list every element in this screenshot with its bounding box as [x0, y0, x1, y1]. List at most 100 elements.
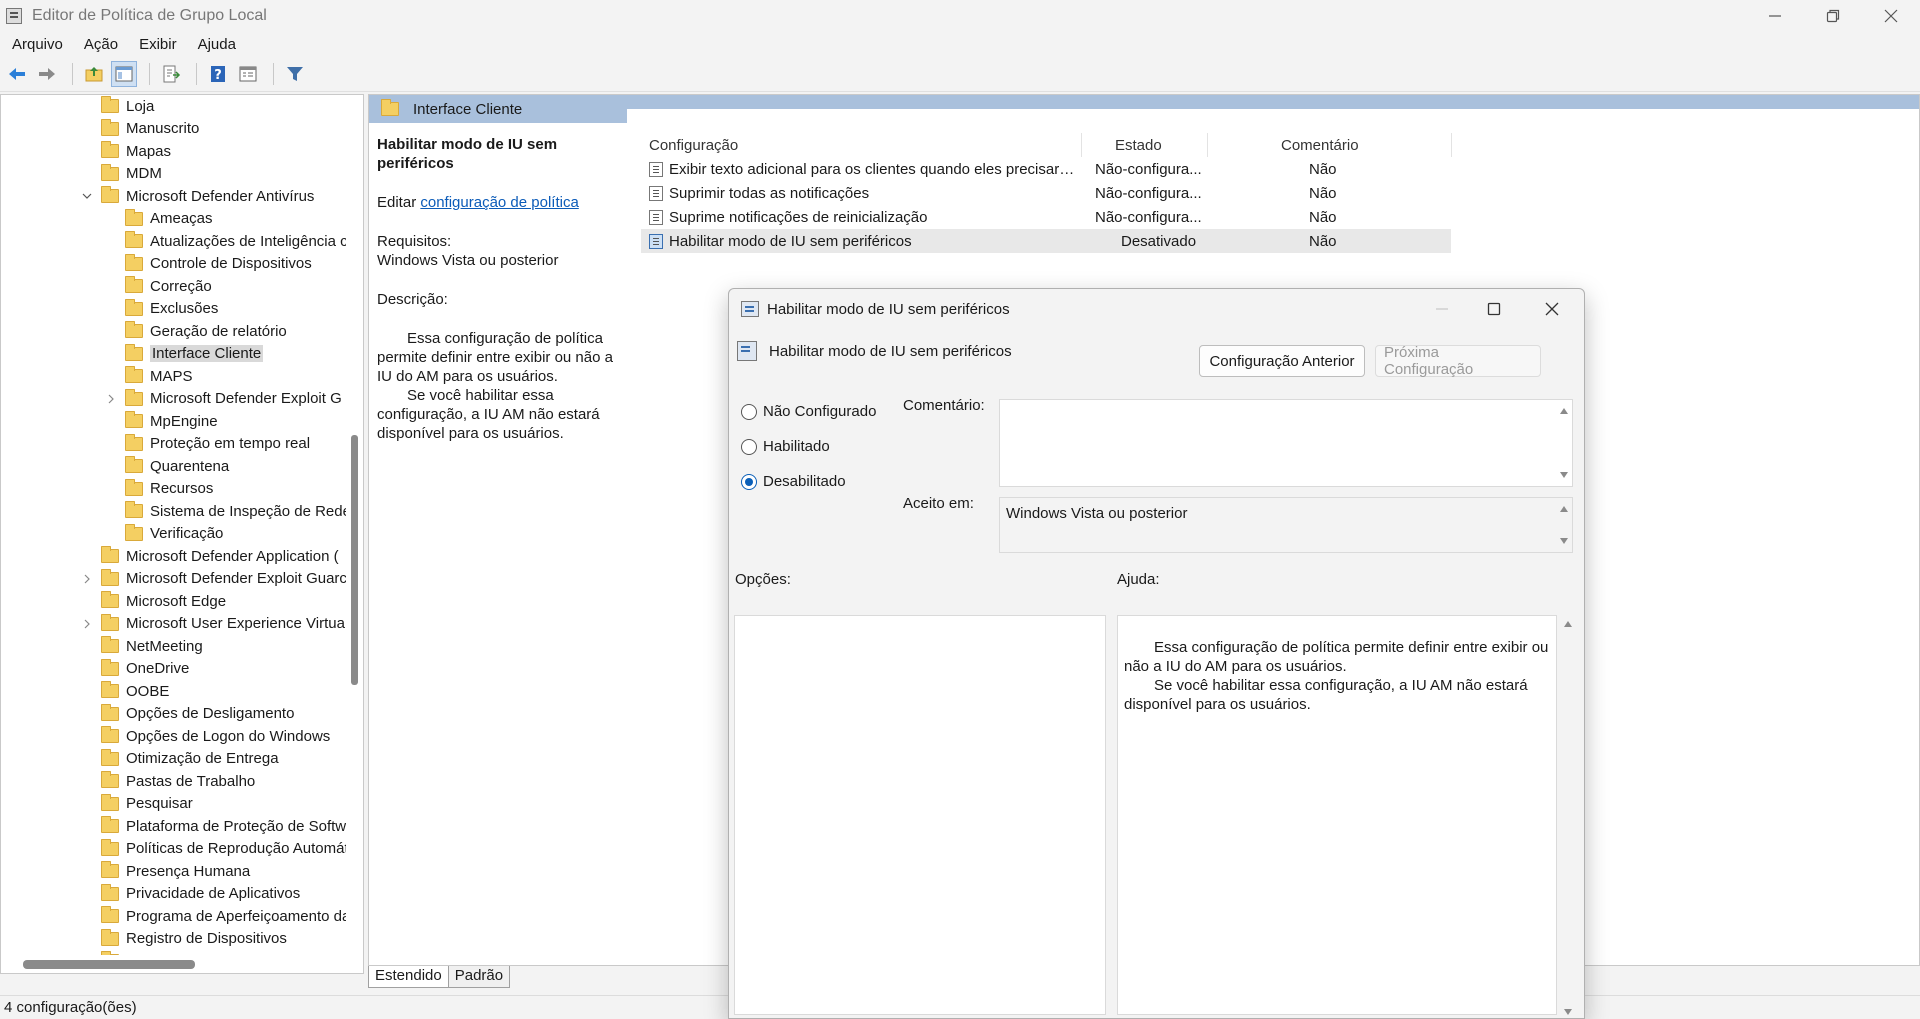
- tree-item[interactable]: Microsoft Defender Exploit Guarc: [84, 568, 347, 590]
- maximize-icon: [1487, 302, 1501, 316]
- tree-item[interactable]: Políticas de Reprodução Automát: [101, 838, 349, 860]
- folder-icon: [101, 883, 119, 901]
- tree-item[interactable]: Interface Cliente: [125, 343, 264, 365]
- tree-item-label: Proteção em tempo real: [150, 435, 311, 452]
- tree-item-label: Atualizações de Inteligência c: [150, 232, 348, 250]
- edit-policy-link[interactable]: configuração de política: [420, 194, 578, 211]
- comment-textarea[interactable]: [999, 399, 1573, 487]
- dialog-maximize-button[interactable]: [1471, 295, 1517, 323]
- tree-item[interactable]: NetMeeting: [101, 635, 203, 657]
- radio-enabled[interactable]: Habilitado: [741, 438, 830, 455]
- column-header-setting[interactable]: Configuração: [649, 137, 738, 154]
- gpedit-app-icon: [6, 8, 22, 24]
- tree-item[interactable]: Otimização de Entrega: [101, 748, 279, 770]
- tree-item[interactable]: MAPS: [125, 365, 193, 387]
- tree-item[interactable]: Geração de relatório: [125, 320, 287, 342]
- tree-item-label: Presença Humana: [126, 862, 251, 880]
- radio-not-configured[interactable]: Não Configurado: [741, 403, 876, 420]
- scrollbar-thumb[interactable]: [23, 960, 195, 969]
- console-tree[interactable]: Loja Manuscrito Mapas MDM Microsoft Defender…: [0, 94, 364, 974]
- tree-item[interactable]: MpEngine: [125, 410, 218, 432]
- dialog-close-button[interactable]: [1529, 295, 1575, 323]
- menu-acao[interactable]: Ação: [72, 36, 127, 53]
- tree-item[interactable]: Opções de Logon do Windows: [101, 725, 330, 747]
- tree-item[interactable]: Plataforma de Proteção de Softwa: [101, 815, 354, 837]
- tree-item[interactable]: Presença Humana: [101, 860, 250, 882]
- setting-row[interactable]: Suprimir todas as notificações Não-confi…: [641, 181, 1641, 205]
- tree-item[interactable]: MDM: [101, 163, 162, 185]
- supported-scrollbar[interactable]: [1555, 498, 1572, 552]
- help-button[interactable]: ?: [205, 61, 231, 87]
- next-setting-button[interactable]: Próxima Configuração: [1375, 344, 1541, 378]
- export-list-button[interactable]: [158, 61, 184, 87]
- up-folder-button[interactable]: [81, 61, 107, 87]
- tree-item[interactable]: Programa de Aperfeiçoamento da: [101, 905, 350, 927]
- dialog-minimize-button[interactable]: [1419, 295, 1465, 323]
- tree-item[interactable]: Loja: [101, 95, 154, 117]
- tree-item[interactable]: Verificação: [125, 523, 223, 545]
- show-hide-tree-button[interactable]: [111, 60, 137, 87]
- folder-icon: [101, 703, 119, 721]
- back-button[interactable]: [4, 61, 30, 87]
- tree-item[interactable]: Sistema de Inspeção de Rede: [125, 500, 351, 522]
- chevron-right-icon[interactable]: [105, 393, 117, 405]
- tree-item[interactable]: Microsoft Edge: [101, 590, 226, 612]
- tree-item-label: Ameaças: [150, 210, 213, 227]
- setting-row[interactable]: Suprime notificações de reinicialização …: [641, 205, 1641, 229]
- tree-item-label: Otimização de Entrega: [126, 750, 279, 767]
- tree-horizontal-scrollbar[interactable]: [1, 955, 363, 973]
- chevron-right-icon[interactable]: [81, 573, 93, 585]
- tree-item[interactable]: Mapas: [101, 140, 171, 162]
- tree-vertical-scrollbar[interactable]: [346, 95, 363, 955]
- minimize-button[interactable]: [1746, 0, 1804, 32]
- tree-item[interactable]: Opções de Desligamento: [101, 703, 294, 725]
- tree-item[interactable]: Microsoft Defender Exploit G: [108, 388, 342, 410]
- menu-arquivo[interactable]: Arquivo: [0, 36, 72, 53]
- comment-label: Comentário:: [903, 397, 985, 414]
- tree-item[interactable]: Pesquisar: [101, 793, 193, 815]
- tree-item[interactable]: Exclusões: [125, 298, 218, 320]
- tab-estendido[interactable]: Estendido: [368, 966, 449, 988]
- tree-item[interactable]: Proteção em tempo real: [125, 433, 310, 455]
- tree-item[interactable]: Microsoft Defender Application (: [101, 545, 339, 567]
- tree-item[interactable]: Microsoft User Experience Virtual: [84, 613, 349, 635]
- restore-button[interactable]: [1804, 0, 1862, 32]
- description-p2: Se você habilitar essa configuração, a I…: [377, 387, 600, 442]
- tree-item[interactable]: Microsoft Defender Antivírus: [82, 185, 314, 207]
- radio-disabled[interactable]: Desabilitado: [741, 473, 846, 490]
- properties-button[interactable]: [235, 61, 261, 87]
- menu-ajuda[interactable]: Ajuda: [186, 36, 245, 53]
- tree-item[interactable]: Pastas de Trabalho: [101, 770, 255, 792]
- scrollbar-thumb[interactable]: [351, 435, 358, 685]
- tree-item[interactable]: Privacidade de Aplicativos: [101, 883, 300, 905]
- tree-item[interactable]: Controle de Dispositivos: [125, 253, 312, 275]
- menu-exibir[interactable]: Exibir: [127, 36, 186, 53]
- setting-row-selected[interactable]: Habilitar modo de IU sem periféricos Des…: [641, 229, 1451, 253]
- chevron-right-icon[interactable]: [81, 618, 93, 630]
- settings-list: Configuração Estado Comentário Exibir te…: [641, 133, 1641, 253]
- setting-row[interactable]: Exibir texto adicional para os clientes …: [641, 157, 1641, 181]
- tree-item[interactable]: OneDrive: [101, 658, 189, 680]
- filter-button[interactable]: [282, 61, 308, 87]
- chevron-down-icon[interactable]: [81, 190, 93, 202]
- tree-item[interactable]: Registro de Dispositivos: [101, 928, 287, 950]
- tree-item[interactable]: Atualizações de Inteligência c: [125, 230, 348, 252]
- tree-item-label: Microsoft User Experience Virtual: [126, 615, 349, 632]
- tree-item[interactable]: Quarentena: [125, 455, 229, 477]
- column-header-comment[interactable]: Comentário: [1281, 137, 1359, 154]
- tab-padrao[interactable]: Padrão: [447, 966, 511, 988]
- help-scrollbar[interactable]: [1559, 615, 1576, 1015]
- column-header-state[interactable]: Estado: [1115, 137, 1162, 154]
- tree-item[interactable]: Ameaças: [125, 208, 213, 230]
- svg-text:?: ?: [214, 68, 222, 83]
- folder-icon: [125, 501, 143, 518]
- tree-item[interactable]: Recursos: [125, 478, 213, 500]
- close-button[interactable]: [1862, 0, 1920, 32]
- forward-button[interactable]: [34, 61, 60, 87]
- folder-up-icon: [85, 66, 103, 81]
- comment-scrollbar[interactable]: [1555, 400, 1572, 486]
- tree-item[interactable]: Manuscrito: [101, 118, 199, 140]
- tree-item[interactable]: OOBE: [101, 680, 169, 702]
- previous-setting-button[interactable]: Configuração Anterior: [1199, 345, 1365, 377]
- tree-item[interactable]: Correção: [125, 275, 212, 297]
